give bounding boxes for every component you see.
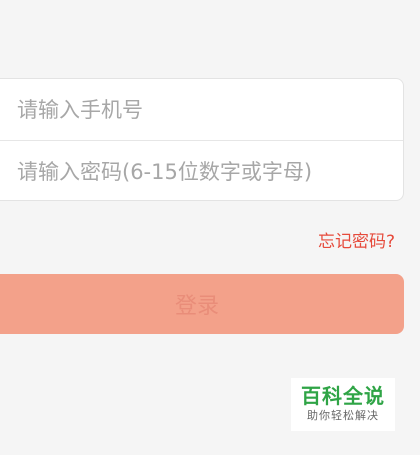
login-button[interactable]: 登录 (0, 274, 404, 334)
watermark-subtitle: 助你轻松解决 (307, 409, 379, 422)
phone-field-row (0, 79, 403, 140)
forgot-password-link[interactable]: 忘记密码? (318, 227, 395, 252)
watermark-title: 百科全说 (301, 384, 385, 408)
phone-input[interactable] (0, 79, 403, 140)
password-input[interactable] (0, 141, 403, 202)
watermark-logo: 百科全说 助你轻松解决 (291, 378, 395, 431)
password-field-row (0, 140, 403, 202)
login-form (0, 78, 404, 202)
